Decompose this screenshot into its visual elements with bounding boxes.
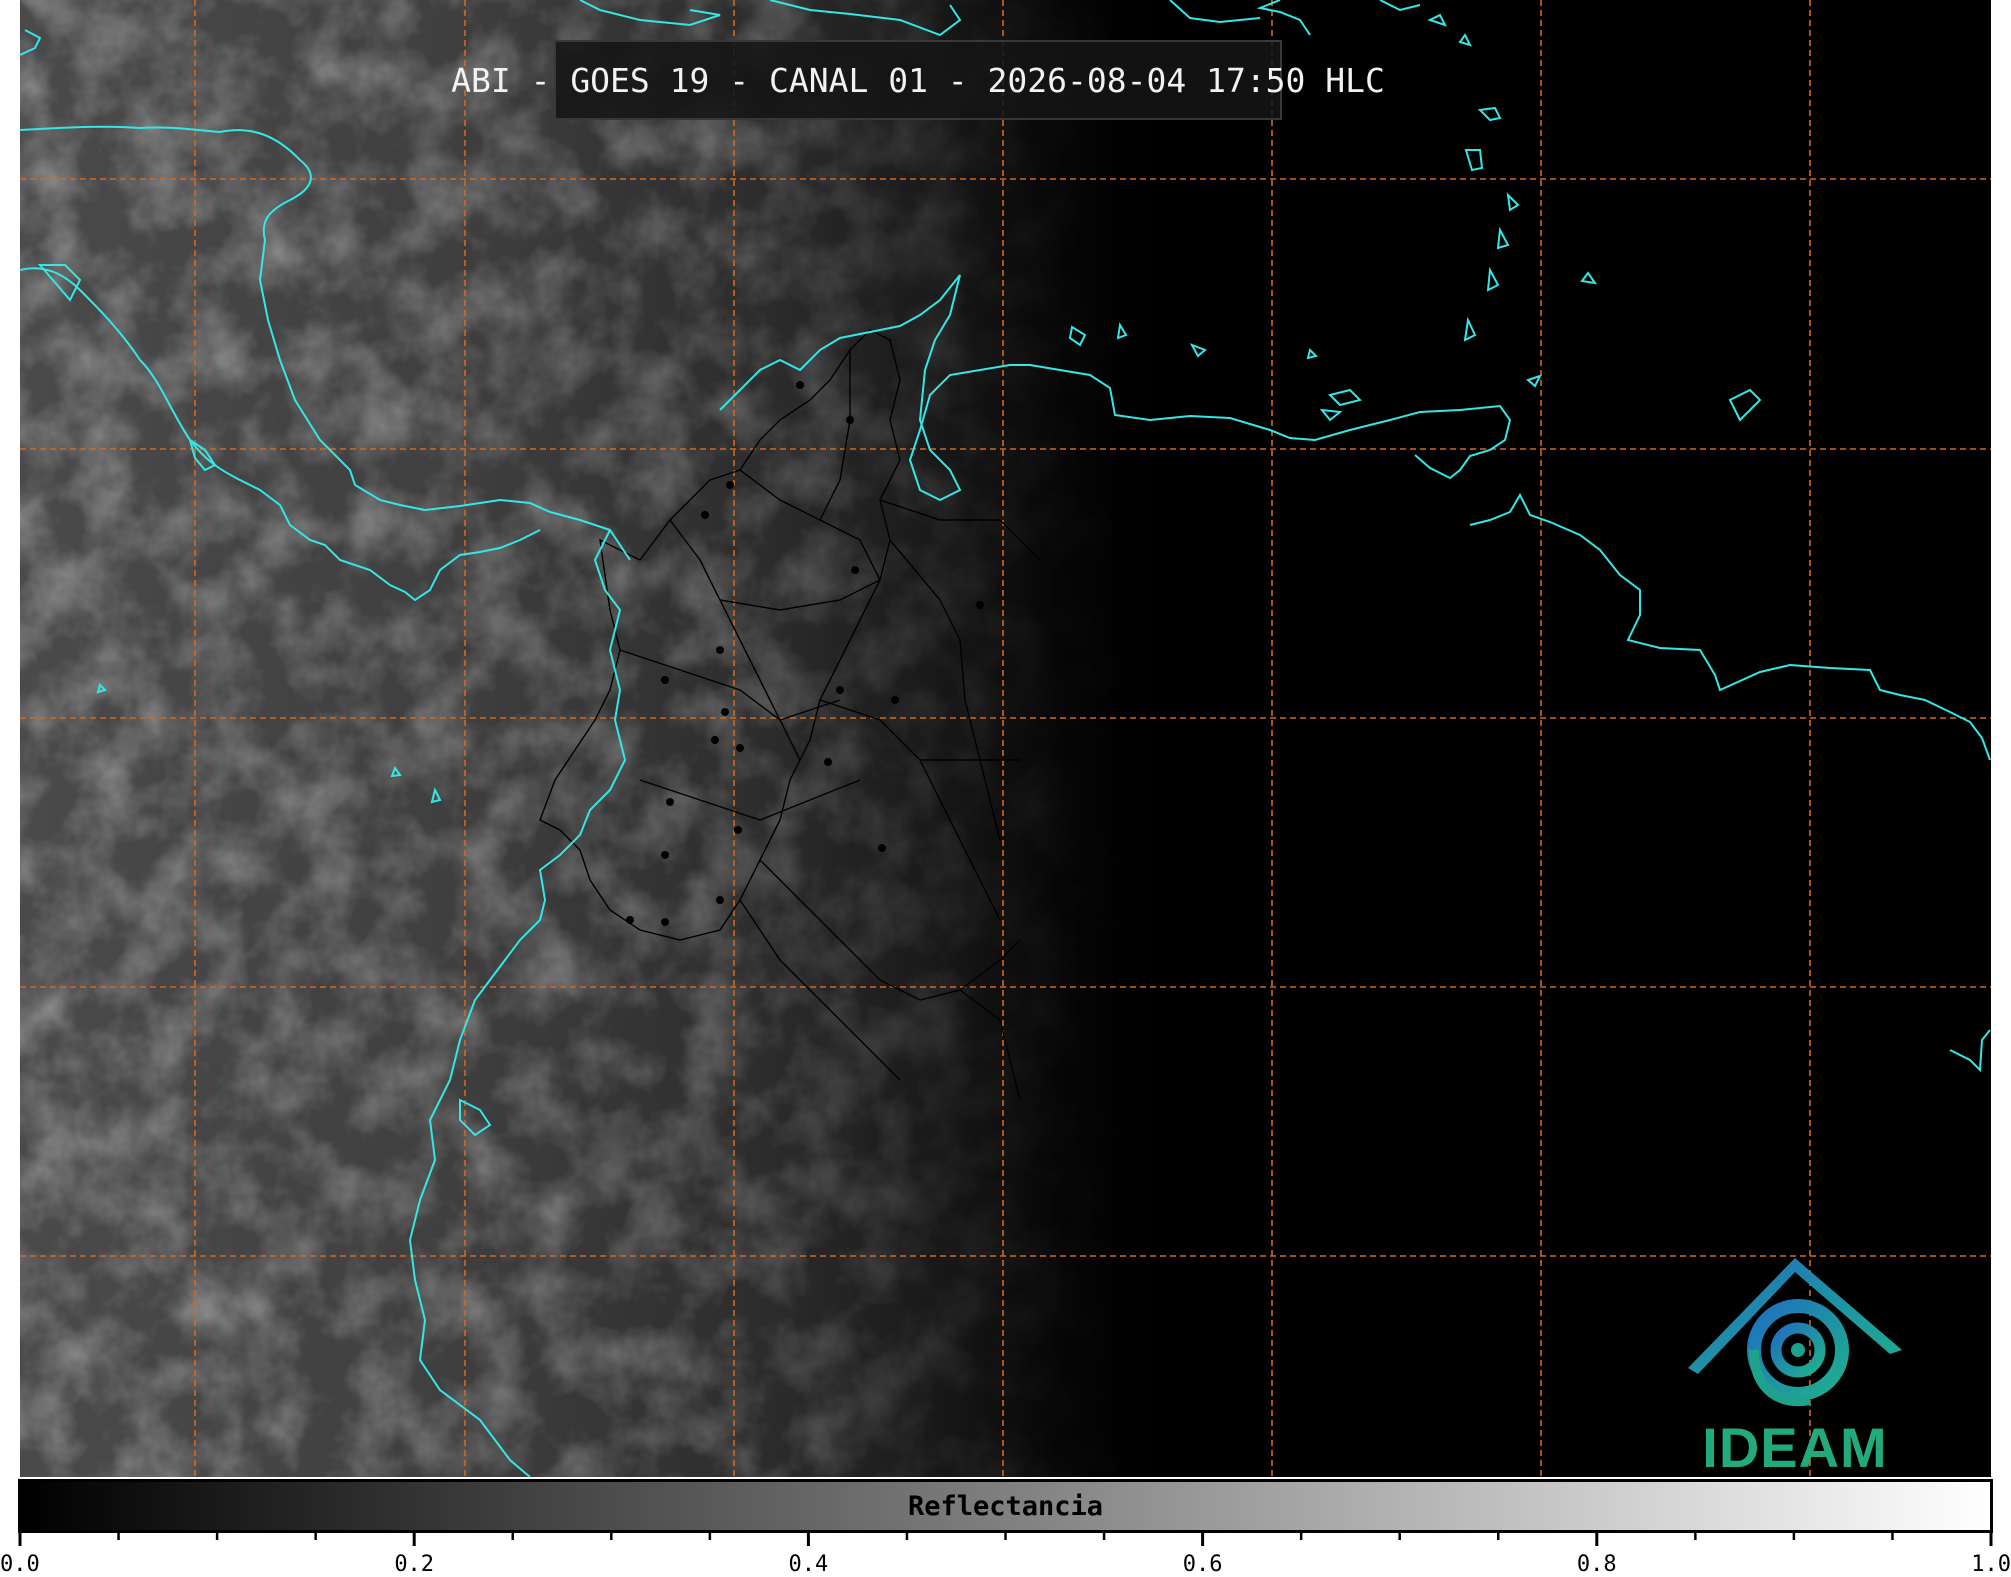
colorbar-tick-label: 0.8: [1576, 1552, 1617, 1577]
colorbar-ticks: [18, 1530, 1993, 1546]
colorbar-tick-label: 0.4: [788, 1552, 829, 1577]
ideam-emblem-icon: [1688, 1258, 1902, 1407]
colorbar-tick-label: 1.0: [1971, 1552, 2011, 1577]
colorbar-tick-label: 0.6: [1182, 1552, 1223, 1577]
colorbar-tick-label: 0.0: [0, 1552, 40, 1577]
ideam-logo: IDEAM: [1680, 1250, 1910, 1477]
colorbar-label: Reflectancia: [907, 1490, 1104, 1522]
colorbar: Reflectancia: [18, 1479, 1993, 1533]
ideam-logo-text: IDEAM: [1702, 1416, 1888, 1477]
colorbar-tick-label: 0.2: [394, 1552, 435, 1577]
map-title: ABI - GOES 19 - CANAL 01 - 2026-08-04 17…: [451, 40, 1385, 120]
satellite-map[interactable]: ABI - GOES 19 - CANAL 01 - 2026-08-04 17…: [20, 0, 1991, 1477]
